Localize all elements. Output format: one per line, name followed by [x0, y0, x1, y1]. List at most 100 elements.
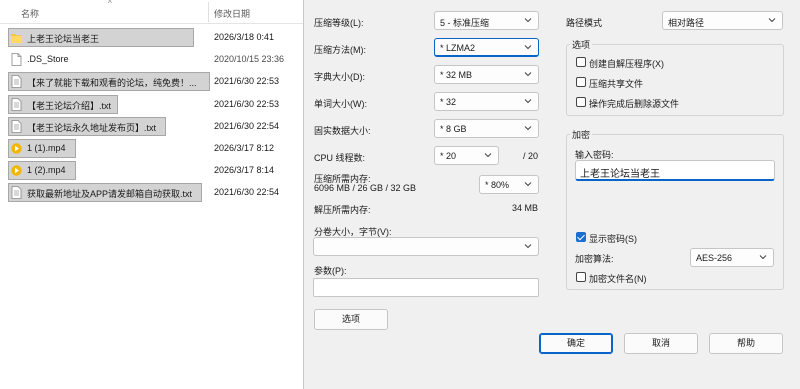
- column-header: ^ 名称 修改日期: [0, 0, 304, 24]
- options-button[interactable]: 选项: [314, 309, 388, 330]
- memory-decompress-value: 34 MB: [511, 203, 538, 213]
- cpu-threads-value: * 20: [440, 151, 457, 161]
- file-row[interactable]: 1 (1).mp4 2026/3/17 8:12: [8, 139, 304, 158]
- file-name: 1 (1).mp4: [27, 143, 66, 153]
- cancel-button[interactable]: 取消: [624, 333, 698, 354]
- password-value: 上老王论坛当老王: [580, 169, 660, 180]
- chevron-down-icon: [524, 182, 532, 187]
- solid-block-size-select[interactable]: * 8 GB: [434, 119, 539, 138]
- chevron-down-icon: [524, 18, 532, 23]
- column-header-date[interactable]: 修改日期: [214, 7, 250, 20]
- show-password-option[interactable]: 显示密码(S): [576, 231, 726, 244]
- file-date: 2021/6/30 22:54: [214, 187, 280, 197]
- encrypt-filenames-option[interactable]: 加密文件名(N): [576, 271, 726, 284]
- encrypt-filenames-checkbox[interactable]: [576, 272, 586, 282]
- compress-shared-label: 压缩共享文件: [589, 79, 644, 89]
- chevron-down-icon: [524, 126, 532, 131]
- file-row[interactable]: 上老王论坛当老王 2026/3/18 0:41: [8, 28, 304, 47]
- memory-compress-detail: 6096 MB / 26 GB / 32 GB: [314, 183, 417, 193]
- delete-after-checkbox[interactable]: [576, 97, 586, 107]
- compression-method-value: * LZMA2: [440, 43, 476, 53]
- password-input[interactable]: 上老王论坛当老王: [575, 160, 775, 181]
- create-sfx-checkbox[interactable]: [576, 57, 586, 67]
- chevron-down-icon: [484, 153, 492, 158]
- delete-after-option[interactable]: 操作完成后删除源文件: [576, 96, 776, 109]
- encryption-method-label: 加密算法:: [575, 254, 614, 264]
- file-name: 【老王论坛介绍】.txt: [27, 101, 112, 111]
- file-name: 上老王论坛当老王: [27, 34, 100, 44]
- word-size-value: * 32: [440, 97, 457, 107]
- file-row[interactable]: 获取最新地址及APP请发邮箱自动获取.txt 2021/6/30 22:54: [8, 183, 304, 202]
- chevron-down-icon: [524, 72, 532, 77]
- chevron-down-icon: [524, 99, 532, 104]
- file-date: 2026/3/17 8:14: [214, 165, 275, 175]
- chevron-down-icon: [768, 18, 776, 23]
- word-size-select[interactable]: * 32: [434, 92, 539, 111]
- file-icon: [11, 53, 22, 66]
- chevron-down-icon: [524, 45, 532, 50]
- file-date: 2020/10/15 23:36: [214, 54, 285, 64]
- sort-up-icon: ^: [108, 0, 112, 8]
- folder-icon: [11, 34, 22, 43]
- delete-after-label: 操作完成后删除源文件: [589, 99, 680, 109]
- compression-method-select[interactable]: * LZMA2: [434, 38, 539, 57]
- word-size-label: 单词大小(W):: [314, 99, 367, 109]
- ok-button[interactable]: 确定: [539, 333, 613, 354]
- path-mode-select[interactable]: 相对路径: [662, 11, 783, 30]
- encrypt-filenames-label: 加密文件名(N): [589, 274, 647, 284]
- file-date: 2021/6/30 22:53: [214, 99, 280, 109]
- help-button[interactable]: 帮助: [709, 333, 783, 354]
- column-divider[interactable]: [208, 2, 209, 22]
- file-date: 2021/6/30 22:54: [214, 121, 280, 131]
- text-file-icon: [11, 75, 22, 88]
- options-group-title: 选项: [570, 38, 593, 51]
- path-mode-label: 路径模式: [566, 18, 603, 28]
- dictionary-size-label: 字典大小(D):: [314, 72, 365, 82]
- file-name: 【老王论坛永久地址发布页】.txt: [27, 123, 157, 133]
- parameters-input[interactable]: [313, 278, 539, 297]
- file-name: 获取最新地址及APP请发邮箱自动获取.txt: [27, 189, 193, 199]
- compress-shared-checkbox[interactable]: [576, 77, 586, 87]
- text-file-icon: [11, 120, 22, 133]
- compression-method-label: 压缩方法(M):: [314, 45, 366, 55]
- encryption-method-value: AES-256: [696, 253, 733, 263]
- cpu-threads-label: CPU 线程数:: [314, 153, 366, 163]
- show-password-label: 显示密码(S): [589, 234, 637, 244]
- file-name: 【来了就能下载和观看的论坛，纯免费！...: [27, 78, 197, 88]
- cancel-button-label: 取消: [651, 338, 670, 348]
- dictionary-size-value: * 32 MB: [440, 70, 473, 80]
- ok-button-label: 确定: [566, 338, 585, 348]
- text-file-icon: [11, 186, 22, 199]
- file-row[interactable]: .DS_Store 2020/10/15 23:36: [8, 50, 304, 69]
- file-row[interactable]: 【老王论坛永久地址发布页】.txt 2021/6/30 22:54: [8, 117, 304, 136]
- encryption-group-title: 加密: [570, 128, 593, 141]
- path-mode-value: 相对路径: [668, 18, 705, 28]
- split-volume-input[interactable]: [313, 237, 539, 256]
- compression-level-value: 5 - 标准压缩: [440, 18, 490, 28]
- file-date: 2026/3/17 8:12: [214, 143, 275, 153]
- file-name: 1 (2).mp4: [27, 165, 66, 175]
- file-date: 2021/6/30 22:53: [214, 76, 280, 86]
- chevron-down-icon: [759, 255, 767, 260]
- file-explorer-pane: ^ 名称 修改日期 上老王论坛当老王 2026/3/18 0:41 .DS_St…: [0, 0, 304, 389]
- memory-percent-value: * 80%: [485, 180, 510, 190]
- add-to-archive-dialog: 压缩等级(L): 5 - 标准压缩 压缩方法(M): * LZMA2 字典大小(…: [303, 0, 800, 389]
- show-password-checkbox[interactable]: [576, 232, 586, 242]
- solid-block-size-label: 固实数据大小:: [314, 126, 371, 136]
- options-button-label: 选项: [341, 314, 360, 324]
- cpu-threads-select[interactable]: * 20: [434, 146, 499, 165]
- create-sfx-option[interactable]: 创建自解压程序(X): [576, 56, 776, 69]
- compression-level-select[interactable]: 5 - 标准压缩: [434, 11, 539, 30]
- encryption-method-select[interactable]: AES-256: [690, 248, 774, 267]
- memory-percent-select[interactable]: * 80%: [479, 175, 539, 194]
- compress-shared-option[interactable]: 压缩共享文件: [576, 76, 776, 89]
- create-sfx-label: 创建自解压程序(X): [589, 59, 664, 69]
- file-row[interactable]: 【来了就能下载和观看的论坛，纯免费！... 2021/6/30 22:53: [8, 72, 304, 91]
- file-row[interactable]: 【老王论坛介绍】.txt 2021/6/30 22:53: [8, 95, 304, 114]
- parameters-label: 参数(P):: [314, 266, 347, 276]
- dictionary-size-select[interactable]: * 32 MB: [434, 65, 539, 84]
- file-row[interactable]: 1 (2).mp4 2026/3/17 8:14: [8, 161, 304, 180]
- column-header-name[interactable]: 名称: [21, 7, 39, 20]
- compression-level-label: 压缩等级(L):: [314, 18, 364, 28]
- text-file-icon: [11, 98, 22, 111]
